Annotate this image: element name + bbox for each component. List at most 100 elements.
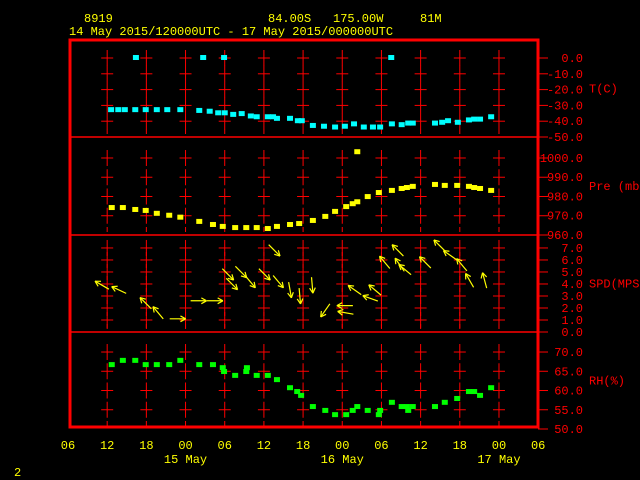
page-number: 2 (14, 466, 21, 480)
temperature-point (287, 115, 294, 121)
pressure-point (119, 205, 126, 211)
pressure-point (132, 206, 139, 212)
temperature-point (431, 120, 438, 126)
temperature-tick-label: -20.0 (547, 84, 583, 98)
pressure-point (264, 226, 271, 232)
rh-point (477, 392, 484, 398)
temperature-point (215, 110, 222, 116)
station-lon: 175.00W (333, 12, 384, 26)
wind-arrow (398, 263, 412, 276)
pressure-point (273, 223, 280, 229)
wind-arrow (221, 268, 235, 281)
temperature-point (454, 119, 461, 125)
temperature-point (221, 110, 228, 116)
rh-tick-label: 55.0 (554, 404, 583, 418)
wind-tick-label: 0.0 (561, 326, 583, 340)
wind-arrow (433, 239, 446, 252)
pressure-point (441, 182, 448, 188)
rh-point (287, 385, 294, 391)
pressure-point (253, 225, 260, 231)
rh-point (119, 357, 126, 363)
x-tick-label: 12 (100, 439, 114, 453)
meteogram-chart: 8919 84.00S 175.00W 81M 14 May 2015/1200… (14, 12, 640, 480)
temperature-point (200, 55, 207, 61)
temperature-axis-label: T(C) (589, 83, 618, 97)
wind-arrow (480, 272, 488, 289)
temperature-point (398, 122, 405, 128)
temperature-point (206, 108, 213, 114)
pressure-point (309, 217, 316, 223)
x-tick-label: 00 (335, 439, 349, 453)
pressure-point (332, 208, 339, 214)
x-tick-label: 06 (531, 439, 545, 453)
pressure-point (454, 182, 461, 188)
temperature-tick-label: 0.0 (561, 52, 583, 66)
pressure-point (166, 212, 173, 218)
plot-frame (68, 38, 540, 429)
temperature-point (121, 107, 128, 113)
wind-arrow (258, 268, 271, 281)
wind-arrow-head (443, 249, 450, 252)
rh-point (354, 404, 361, 410)
rh-tick-label: 70.0 (554, 346, 583, 360)
pressure-point (287, 221, 294, 227)
rh-point (232, 372, 239, 378)
wind-arrow (320, 303, 331, 318)
wind-arrow (139, 296, 152, 310)
rh-point (142, 362, 149, 368)
rh-tick-label: 50.0 (554, 423, 583, 437)
rh-point (273, 377, 280, 383)
temperature-point (409, 120, 416, 126)
temperature-point (108, 107, 115, 113)
wind-arrow-head (362, 294, 369, 297)
pressure-point (142, 207, 149, 213)
temperature-point (488, 114, 495, 120)
wind-arrow (442, 249, 457, 261)
temperature-point (309, 122, 316, 128)
temperature-point (471, 116, 478, 122)
rh-point (322, 407, 329, 413)
rh-point (441, 399, 448, 405)
wind-arrow (309, 277, 316, 294)
pressure-tick-label: 970.0 (547, 210, 583, 224)
pressure-tick-label: 990.0 (547, 171, 583, 185)
station-elevation: 81M (420, 12, 442, 26)
pressure-point (209, 221, 216, 227)
data-marks (94, 55, 495, 418)
temperature-point (132, 107, 139, 113)
rh-point (196, 362, 203, 368)
pressure-point (354, 199, 361, 205)
temperature-point (142, 107, 149, 113)
wind-arrow (111, 285, 127, 294)
temperature-tick-label: -50.0 (547, 131, 583, 145)
pressure-point (177, 214, 184, 220)
temperature-point (320, 123, 327, 129)
rh-point (488, 385, 495, 391)
pressure-point (232, 225, 239, 231)
x-date-label: 16 May (321, 453, 364, 467)
pressure-point (196, 218, 203, 224)
x-tick-label: 00 (492, 439, 506, 453)
wind-arrow (418, 256, 432, 269)
rh-point (264, 372, 271, 378)
temperature-point (132, 55, 139, 61)
wind-arrow (152, 306, 164, 320)
rh-point (253, 372, 260, 378)
temperature-point (247, 113, 254, 119)
rh-point (388, 399, 395, 405)
temperature-point (164, 107, 171, 113)
pressure-point (488, 187, 495, 193)
temperature-point (388, 55, 395, 61)
x-tick-label: 18 (139, 439, 153, 453)
time-range: 14 May 2015/120000UTC - 17 May 2015/0000… (69, 25, 393, 39)
temperature-point (298, 118, 305, 124)
wind-arrow (287, 282, 294, 299)
wind-arrow (244, 275, 256, 289)
pressure-point (354, 149, 361, 155)
rh-point (398, 404, 405, 410)
rh-point (465, 389, 472, 395)
rh-point (153, 362, 160, 368)
pressure-point (219, 223, 226, 229)
temperature-tick-label: -30.0 (547, 99, 583, 113)
rh-point (243, 365, 250, 371)
